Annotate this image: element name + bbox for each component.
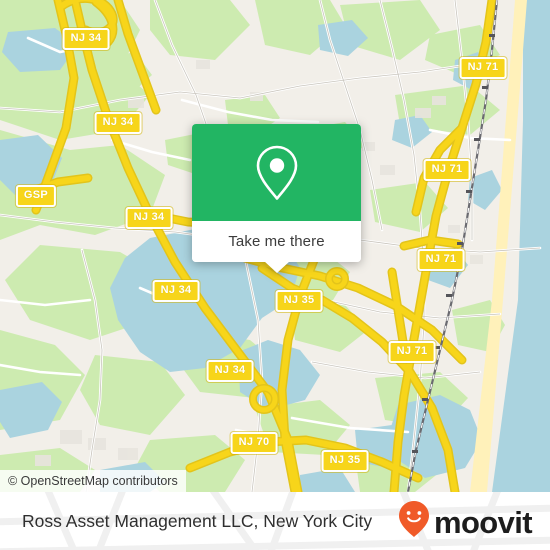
footer-bar: Ross Asset Management LLC, New York City…	[0, 492, 550, 550]
road-shield: NJ 34	[94, 112, 142, 134]
moovit-brand[interactable]: moovit	[398, 492, 533, 550]
road-shield: NJ 35	[275, 290, 323, 312]
road-shield: NJ 34	[62, 28, 110, 50]
road-shield: NJ 71	[388, 341, 436, 363]
osm-attribution[interactable]: © OpenStreetMap contributors	[0, 470, 186, 492]
place-popup-card[interactable]: Take me there	[192, 124, 361, 273]
map-pin-icon	[254, 144, 300, 202]
road-shield: NJ 35	[321, 450, 369, 472]
road-shield: NJ 34	[152, 280, 200, 302]
place-title: Ross Asset Management LLC, New York City	[22, 510, 373, 531]
moovit-smiley-pin-icon	[398, 500, 430, 543]
road-shield: NJ 71	[423, 159, 471, 181]
road-shield: NJ 71	[417, 249, 465, 271]
popup-thumbnail	[192, 124, 361, 221]
take-me-there-button[interactable]: Take me there	[192, 221, 361, 262]
map-screenshot: NJ 34 NJ 71 NJ 34 NJ 71 GSP NJ 34 NJ 71 NJ 34 NJ…	[0, 0, 550, 550]
moovit-wordmark: moovit	[433, 504, 533, 540]
road-shield: NJ 34	[125, 207, 173, 229]
road-shield: NJ 70	[230, 432, 278, 454]
popup-pointer-tail	[263, 261, 290, 273]
road-shield: NJ 71	[459, 57, 507, 79]
road-shield: GSP	[15, 185, 57, 207]
road-shield: NJ 34	[206, 360, 254, 382]
